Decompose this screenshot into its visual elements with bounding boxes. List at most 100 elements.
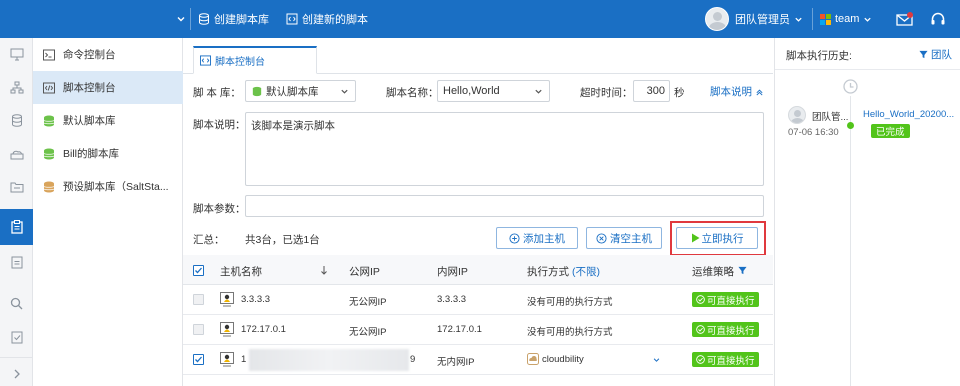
add-host-button[interactable]: 添加主机 (496, 227, 578, 249)
history-script-link[interactable]: Hello_World_20200... (863, 109, 955, 120)
clear-hosts-button[interactable]: 清空主机 (586, 227, 662, 249)
exec-method-filter[interactable]: (不限) (572, 264, 600, 279)
history-filter[interactable]: 团队 (919, 47, 952, 62)
chevron-down-icon (341, 89, 348, 94)
table-header (183, 255, 773, 285)
plus-circle-icon (509, 232, 520, 244)
sidebar-item-default-library[interactable]: 默认脚本库 (33, 104, 183, 137)
code-file-icon (286, 13, 298, 25)
clock-icon (843, 79, 858, 94)
clipboard-icon[interactable] (0, 245, 33, 278)
search-icon[interactable] (0, 287, 33, 320)
timeout-label: 超时时间： (580, 87, 633, 99)
filter-icon[interactable] (738, 266, 747, 275)
table-row[interactable]: 3.3.3.3 无公网IP 3.3.3.3 没有可用的执行方式 可直接执行 (183, 285, 773, 315)
chevron-down-icon (535, 89, 542, 94)
history-user: 团队管... (812, 112, 849, 123)
sidebar-item-preset-library[interactable]: 预设脚本库（SaltSta... (33, 170, 183, 203)
sidebar-item-script-console[interactable]: 脚本控制台 (33, 71, 183, 104)
row-checkbox[interactable] (193, 324, 204, 335)
code-icon (200, 55, 211, 66)
sidebar-item-label: Bill的脚本库 (63, 148, 120, 160)
sidebar-item-bill-library[interactable]: Bill的脚本库 (33, 137, 183, 170)
summary-label: 汇总： (193, 234, 225, 246)
chevron-up-icon (756, 89, 763, 96)
public-ip: 无公网IP (349, 327, 387, 338)
script-description-toggle[interactable]: 脚本说明 (710, 84, 764, 99)
tab-label: 脚本控制台 (215, 57, 265, 68)
create-script-button[interactable]: 创建新的脚本 (286, 0, 368, 38)
history-filter-label: 团队 (931, 49, 952, 61)
params-label: 脚本参数： (193, 203, 246, 215)
storage-icon[interactable] (0, 104, 33, 137)
status-badge-label: 可直接执行 (707, 325, 755, 337)
sidebar-item-label: 默认脚本库 (63, 115, 116, 127)
message-icon[interactable] (896, 0, 914, 38)
library-select[interactable]: 默认脚本库 (245, 80, 356, 102)
timeout-input[interactable]: 300 (633, 80, 670, 102)
history-time: 07-06 16:30 (788, 127, 839, 138)
linux-host-icon (220, 352, 234, 367)
sidebar-item-command-console[interactable]: 命令控制台 (33, 38, 183, 71)
linux-host-icon (220, 322, 234, 337)
checklist-icon[interactable] (0, 320, 33, 353)
params-input[interactable] (245, 195, 764, 217)
headset-icon[interactable] (930, 0, 946, 38)
icon-rail (0, 38, 33, 386)
script-name-select[interactable]: Hello,World (437, 80, 550, 102)
create-library-button[interactable]: 创建脚本库 (198, 0, 269, 38)
folder-icon[interactable] (0, 170, 33, 203)
linux-host-icon (220, 292, 234, 307)
execution-history-panel: 脚本执行历史: 团队 团队管... 07-06 16:30 Hello_Worl… (774, 38, 960, 386)
user-name: 团队管理员 (735, 14, 790, 26)
column-exec-method: 执行方式 (527, 266, 569, 278)
status-badge: 可直接执行 (692, 292, 759, 307)
table-row[interactable]: 172.17.0.1 无公网IP 172.17.0.1 没有可用的执行方式 可直… (183, 315, 773, 345)
timeout-unit: 秒 (674, 87, 685, 99)
check-circle-icon (696, 295, 705, 304)
sort-arrow-icon[interactable] (320, 265, 328, 275)
script-name-label: 脚本名称： (386, 87, 439, 99)
user-menu[interactable]: 团队管理员 (705, 0, 803, 38)
exec-method: 没有可用的执行方式 (527, 327, 613, 338)
host-name: 172.17.0.1 (241, 324, 286, 335)
history-status-badge: 已完成 (871, 124, 910, 138)
script-nav: 命令控制台 脚本控制台 默认脚本库 Bill的脚本库 预设脚本库（SaltSta… (33, 38, 183, 386)
public-ip: 无内网IP (437, 357, 475, 368)
column-private-ip: 内网IP (437, 266, 468, 278)
expand-chevron-icon[interactable] (0, 357, 33, 386)
column-public-ip: 公网IP (349, 266, 380, 278)
play-icon (691, 233, 699, 243)
team-switcher[interactable]: team (820, 0, 872, 38)
status-badge: 可直接执行 (692, 322, 759, 337)
description-label: 脚本说明： (193, 119, 246, 131)
private-ip: 172.17.0.1 (437, 324, 482, 335)
row-checkbox[interactable] (193, 294, 204, 305)
row-checkbox[interactable] (193, 354, 204, 365)
cloud-server-icon[interactable] (0, 137, 33, 170)
run-now-label: 立即执行 (701, 232, 744, 245)
timeout-value: 300 (646, 85, 665, 97)
description-value: 该脚本是演示脚本 (251, 120, 335, 132)
clear-hosts-label: 清空主机 (610, 232, 652, 245)
script-icon[interactable] (0, 209, 33, 245)
database-green-icon (43, 148, 55, 159)
select-all-checkbox[interactable] (193, 265, 204, 276)
chevron-down-icon[interactable] (176, 0, 186, 38)
description-textarea[interactable]: 该脚本是演示脚本 (245, 112, 764, 186)
description-toggle-label: 脚本说明 (710, 86, 752, 98)
host-name-suffix: 9 (410, 354, 416, 365)
status-badge: 可直接执行 (692, 352, 759, 367)
avatar (705, 7, 729, 31)
network-icon[interactable] (0, 71, 33, 104)
chevron-down-icon[interactable] (652, 356, 661, 364)
database-green-icon (252, 86, 262, 96)
tab-script-console[interactable]: 脚本控制台 (193, 46, 317, 74)
windows-logo-icon (820, 13, 831, 25)
top-bar: 创建脚本库 创建新的脚本 团队管理员 team (0, 0, 960, 38)
public-ip: 无公网IP (349, 297, 387, 308)
run-now-button[interactable]: 立即执行 (676, 227, 758, 249)
table-row[interactable]: 1 9 无内网IP cloudbility 可直接执行 (183, 345, 773, 375)
monitor-icon[interactable] (0, 38, 33, 71)
exec-method: 没有可用的执行方式 (527, 297, 613, 308)
